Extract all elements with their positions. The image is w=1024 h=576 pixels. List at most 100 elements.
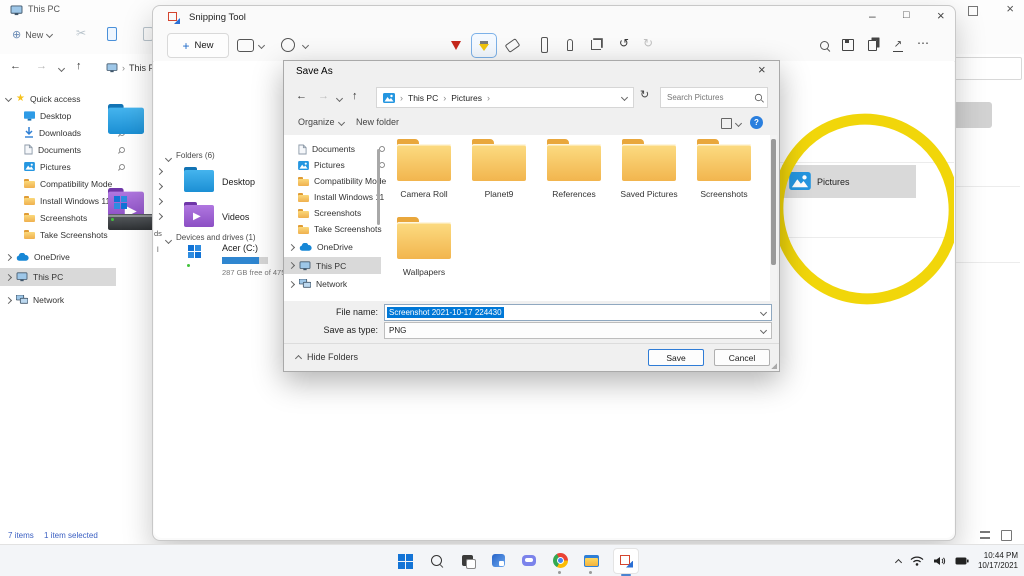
save-type-combo[interactable]: PNG — [384, 322, 772, 339]
crumb-pictures[interactable]: Pictures — [451, 93, 482, 103]
dialog-close-button[interactable]: × — [758, 63, 766, 76]
snip-mode-rectangle-icon[interactable] — [237, 39, 254, 52]
folder-tile-references[interactable]: References — [538, 139, 610, 199]
hide-folders-button[interactable]: Hide Folders — [296, 352, 358, 362]
folder-tile-camera-roll[interactable]: Camera Roll — [388, 139, 460, 199]
maximize-button[interactable]: □ — [903, 10, 910, 21]
address-dropdown-chevron[interactable] — [621, 94, 628, 101]
new-button[interactable]: ⊕ New — [12, 28, 52, 41]
sidebar-item-onedrive[interactable]: OneDrive — [0, 248, 116, 266]
ruler-tool[interactable] — [533, 35, 555, 55]
file-list-scrollbar-thumb[interactable] — [771, 139, 776, 265]
start-button[interactable] — [396, 552, 414, 570]
cancel-button[interactable]: Cancel — [714, 349, 770, 366]
search-input[interactable] — [665, 92, 754, 103]
resize-grip[interactable] — [771, 363, 777, 369]
save-button[interactable]: Save — [648, 349, 704, 366]
touch-writing-tool[interactable] — [559, 35, 581, 55]
dialog-sidebar-network[interactable]: Network — [284, 276, 381, 292]
combo-chevron[interactable] — [760, 309, 767, 316]
battery-icon[interactable] — [955, 557, 969, 565]
dialog-search-box[interactable] — [660, 87, 768, 108]
copy-icon[interactable] — [107, 27, 117, 41]
sidebar-item-this-pc[interactable]: This PC — [0, 268, 116, 286]
cut-icon[interactable]: ✂ — [76, 26, 86, 40]
file-name-value-selected[interactable]: Screenshot 2021-10-17 224430 — [387, 307, 504, 318]
task-view-button[interactable] — [458, 552, 476, 570]
details-view-button[interactable] — [980, 531, 990, 539]
new-folder-button[interactable]: New folder — [356, 117, 399, 127]
close-button[interactable]: × — [1006, 2, 1014, 15]
sidebar-group-quick-access[interactable]: ★ Quick access — [0, 90, 116, 107]
undo-button[interactable]: ↺ — [619, 37, 629, 49]
back-button[interactable]: ← — [10, 61, 21, 72]
dialog-sidebar-this-pc[interactable]: This PC — [284, 257, 381, 274]
eraser-tool[interactable] — [501, 35, 523, 55]
snip-new-button[interactable]: + New — [167, 33, 229, 58]
organize-button[interactable]: Organize — [298, 117, 344, 127]
close-button[interactable]: × — [937, 9, 945, 22]
folder-tile-saved-pictures[interactable]: Saved Pictures — [613, 139, 685, 199]
up-button[interactable]: ↑ — [76, 61, 82, 72]
hidden-icons-chevron[interactable] — [895, 558, 902, 565]
recent-locations-chevron[interactable] — [58, 65, 65, 72]
copy-button[interactable] — [861, 35, 883, 55]
crop-tool[interactable] — [585, 35, 607, 55]
redo-button[interactable]: ↻ — [643, 37, 653, 49]
help-button[interactable]: ? — [750, 116, 763, 129]
folder-tile-wallpapers[interactable]: Wallpapers — [388, 217, 460, 277]
crumb-this-pc[interactable]: This PC — [408, 93, 438, 103]
share-button[interactable]: ↗ — [887, 35, 909, 55]
restore-button[interactable] — [968, 6, 978, 16]
snip-mode-chevron[interactable] — [258, 42, 265, 49]
explorer-search-box[interactable] — [947, 57, 1022, 80]
dialog-breadcrumb-box[interactable]: › This PC › Pictures › — [376, 87, 634, 108]
dialog-forward-button[interactable]: → — [318, 91, 329, 102]
file-explorer-button[interactable] — [582, 552, 600, 570]
forward-button[interactable]: → — [36, 61, 47, 72]
folder-icon — [24, 196, 35, 205]
dialog-sidebar-install-windows[interactable]: Install Windows 11 — [284, 189, 386, 205]
dialog-refresh-button[interactable]: ↻ — [640, 90, 649, 101]
dialog-back-button[interactable]: ← — [296, 91, 307, 102]
more-options-button[interactable]: ⋯ — [917, 37, 929, 49]
dialog-sidebar-take-screenshots[interactable]: Take Screenshots — [284, 221, 386, 237]
touch-icon — [567, 39, 573, 51]
dialog-sidebar-pictures[interactable]: Pictures — [284, 157, 390, 173]
clock[interactable]: 10:44 PM 10/17/2021 — [978, 551, 1018, 571]
chat-button[interactable] — [520, 552, 538, 570]
highlighter-tool-selected[interactable] — [471, 33, 497, 58]
folder-tile-planet9[interactable]: Planet9 — [463, 139, 535, 199]
views-button[interactable] — [721, 118, 732, 129]
icons-view-button[interactable] — [1001, 530, 1012, 541]
dialog-recent-chevron[interactable] — [336, 95, 343, 102]
dialog-sidebar-onedrive[interactable]: OneDrive — [284, 239, 381, 255]
volume-icon[interactable] — [933, 556, 946, 566]
dialog-sidebar-compatibility[interactable]: Compatibility Mode — [284, 173, 386, 189]
wifi-icon[interactable] — [910, 556, 924, 566]
snip-delay-clock-icon[interactable] — [281, 38, 295, 52]
sidebar-item-pictures[interactable]: Pictures — [0, 158, 134, 175]
file-name-combo[interactable]: Screenshot 2021-10-17 224430 — [384, 304, 772, 321]
snip-delay-chevron[interactable] — [302, 42, 309, 49]
chrome-icon — [553, 553, 568, 568]
sidebar-item-network[interactable]: Network — [0, 291, 116, 309]
save-button[interactable] — [837, 35, 859, 55]
widgets-button[interactable] — [489, 552, 507, 570]
chevron-right-icon — [5, 273, 12, 280]
minimize-button[interactable]: – — [869, 10, 876, 22]
dialog-up-button[interactable]: ↑ — [352, 91, 358, 102]
chrome-button[interactable] — [551, 552, 569, 570]
zoom-button[interactable] — [813, 35, 835, 55]
dialog-sidebar-documents[interactable]: Documents — [284, 141, 390, 157]
captured-text-fragment: ds — [154, 229, 162, 238]
folder-tile-screenshots[interactable]: Screenshots — [688, 139, 760, 199]
views-chevron[interactable] — [735, 120, 742, 127]
snip-titlebar[interactable]: Snipping Tool – □ × — [153, 6, 955, 29]
snipping-tool-button[interactable] — [613, 548, 639, 574]
dialog-sidebar-screenshots[interactable]: Screenshots — [284, 205, 386, 221]
combo-chevron[interactable] — [760, 327, 767, 334]
ballpoint-pen-tool[interactable] — [445, 35, 467, 55]
search-button[interactable] — [427, 552, 445, 570]
sidebar-scrollbar[interactable] — [377, 149, 380, 225]
